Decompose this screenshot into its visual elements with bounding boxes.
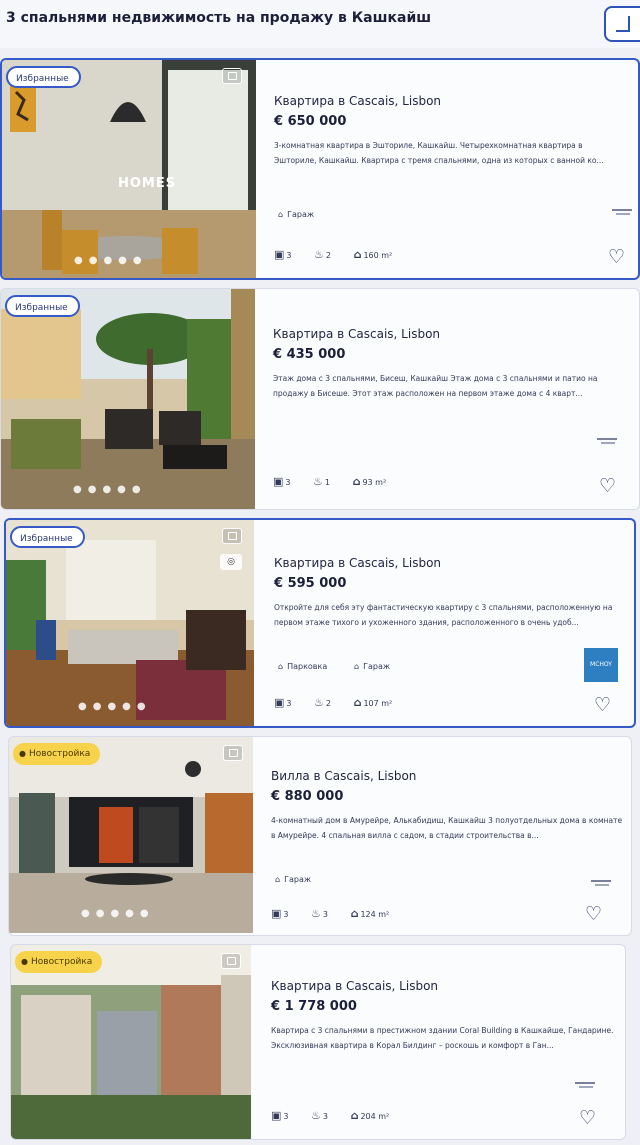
building-aerial-photo (11, 945, 251, 1139)
badge-featured: Избранные (5, 295, 80, 317)
bath-icon: ♨ (313, 475, 323, 488)
bath-icon: ♨ (314, 696, 324, 709)
listing-description: Квартира с 3 спальнями в престижном здан… (271, 1026, 614, 1050)
listing-info: Квартира в Cascais, Lisbon € 595 000 Отк… (274, 556, 630, 726)
garage-icon: ⌂ (278, 210, 284, 219)
badge-label: Новостройка (28, 749, 91, 759)
badge-new-build: Новостройка (13, 743, 101, 765)
photo-gallery-icon[interactable] (221, 953, 241, 969)
bed-icon: ▣ (274, 248, 285, 261)
bed-icon: ▣ (271, 907, 282, 920)
photo-gallery-icon[interactable] (222, 528, 242, 544)
listing-photo[interactable]: Новостройка ●●●●● (9, 737, 253, 933)
listing-info: Квартира в Cascais, Lisbon € 650 000 3-к… (274, 94, 634, 274)
bed-icon: ▣ (271, 1109, 282, 1122)
results-header: 3 спальнями недвижимость на продажу в Ка… (0, 0, 640, 48)
photo-gallery-icon[interactable] (223, 745, 243, 761)
badge-label: Новостройка (30, 957, 93, 967)
listing-card[interactable]: Избранные HOMES ●●●●● Квартира в Cascais… (0, 58, 640, 280)
listing-stats: ▣ 3 ♨ 2 ⌂ 160 m² (274, 248, 393, 261)
feature-garage: ⌂ Гараж (354, 662, 391, 671)
listing-card[interactable]: Новостройка Квартира в Cascais, Lisbon €… (10, 944, 626, 1140)
garage-icon: ⌂ (275, 875, 281, 884)
listing-price: € 595 000 (274, 576, 347, 591)
photo-carousel-dots[interactable]: ●●●●● (78, 701, 152, 712)
living-room-photo (6, 520, 254, 726)
photo-carousel-dots[interactable]: ●●●●● (74, 255, 148, 266)
badge-label: Избранные (20, 534, 73, 544)
listing-title[interactable]: Квартира в Cascais, Lisbon (271, 979, 438, 993)
house-area-icon: ⌂ (353, 696, 362, 709)
listing-title[interactable]: Вилла в Cascais, Lisbon (271, 769, 416, 783)
agency-watermark: HOMES (118, 176, 177, 191)
villa-interior-photo (9, 737, 253, 933)
house-area-icon: ⌂ (350, 1109, 359, 1122)
house-area-icon: ⌂ (350, 907, 359, 920)
listing-stats: ▣ 3 ♨ 3 ⌂ 204 m² (271, 1109, 390, 1122)
listing-description: 4-комнатный дом в Амурейре, Алькабидиш, … (271, 816, 623, 840)
feature-garage: ⌂ Гараж (275, 875, 312, 884)
badge-label: Избранные (15, 303, 68, 313)
listing-info: Квартира в Cascais, Lisbon € 1 778 000 К… (271, 979, 621, 1137)
listing-stats: ▣ 3 ♨ 3 ⌂ 124 m² (271, 907, 390, 920)
listing-photo[interactable]: Избранные ◎ ●●●●● (6, 520, 254, 726)
apartment-interior-photo (2, 60, 256, 278)
bath-icon: ♨ (311, 1109, 321, 1122)
badge-new-build: Новостройка (15, 951, 103, 973)
listing-info: Вилла в Cascais, Lisbon € 880 000 4-комн… (271, 769, 627, 929)
listing-description: Этаж дома с 3 спальнями, Бисеш, Кашкайш … (273, 374, 598, 398)
agency-logo (612, 206, 632, 216)
parking-icon: ⌂ (278, 662, 284, 671)
photo-gallery-icon[interactable] (222, 68, 242, 84)
bath-icon: ♨ (314, 248, 324, 261)
favorite-heart-icon[interactable]: ♡ (594, 696, 611, 715)
bed-icon: ▣ (274, 696, 285, 709)
listing-card[interactable]: Новостройка ●●●●● Вилла в Cascais, Lisbo… (8, 736, 632, 936)
favorite-heart-icon[interactable]: ♡ (599, 477, 616, 496)
agency-logo: MCHOY (584, 648, 618, 682)
listing-photo[interactable]: Новостройка (11, 945, 251, 1139)
agency-logo (575, 1079, 595, 1089)
agency-logo (591, 877, 611, 887)
listing-price: € 1 778 000 (271, 999, 357, 1014)
feature-garage: ⌂ Гараж (278, 210, 315, 219)
listing-card[interactable]: Избранные ●●●●● Квартира в Cascais, Lisb… (0, 288, 640, 510)
listing-description: Откройте для себя эту фантастическую ква… (274, 603, 613, 627)
listing-info: Квартира в Cascais, Lisbon € 435 000 Эта… (273, 327, 633, 507)
favorite-heart-icon[interactable]: ♡ (585, 905, 602, 924)
feature-parking: ⌂ Парковка (278, 662, 328, 671)
listing-title[interactable]: Квартира в Cascais, Lisbon (274, 94, 441, 108)
listing-title[interactable]: Квартира в Cascais, Lisbon (273, 327, 440, 341)
listing-card[interactable]: Избранные ◎ ●●●●● Квартира в Cascais, Li… (4, 518, 636, 728)
bookmark-icon (616, 16, 630, 32)
listing-description: 3-комнатная квартира в Эшториле, Кашкайш… (274, 141, 604, 165)
favorite-heart-icon[interactable]: ♡ (608, 248, 625, 267)
agency-logo (597, 435, 617, 445)
favorite-heart-icon[interactable]: ♡ (579, 1109, 596, 1128)
listing-price: € 650 000 (274, 114, 347, 129)
house-area-icon: ⌂ (353, 248, 362, 261)
patio-photo (1, 289, 255, 509)
badge-label: Избранные (16, 74, 69, 84)
bath-icon: ♨ (311, 907, 321, 920)
virtual-tour-icon[interactable]: ◎ (220, 554, 242, 570)
listing-price: € 435 000 (273, 347, 346, 362)
garage-icon: ⌂ (354, 662, 360, 671)
house-area-icon: ⌂ (352, 475, 361, 488)
listing-title[interactable]: Квартира в Cascais, Lisbon (274, 556, 441, 570)
badge-featured: Избранные (6, 66, 81, 88)
listing-stats: ▣ 3 ♨ 1 ⌂ 93 m² (273, 475, 387, 488)
save-search-button[interactable] (604, 6, 640, 42)
page-title: 3 спальнями недвижимость на продажу в Ка… (6, 10, 432, 26)
photo-carousel-dots[interactable]: ●●●●● (73, 484, 147, 495)
listing-stats: ▣ 3 ♨ 2 ⌂ 107 m² (274, 696, 393, 709)
listing-price: € 880 000 (271, 789, 344, 804)
listing-photo[interactable]: Избранные ●●●●● (1, 289, 255, 509)
bed-icon: ▣ (273, 475, 284, 488)
photo-carousel-dots[interactable]: ●●●●● (81, 908, 155, 919)
listing-photo[interactable]: Избранные HOMES ●●●●● (2, 60, 256, 278)
badge-featured: Избранные (10, 526, 85, 548)
